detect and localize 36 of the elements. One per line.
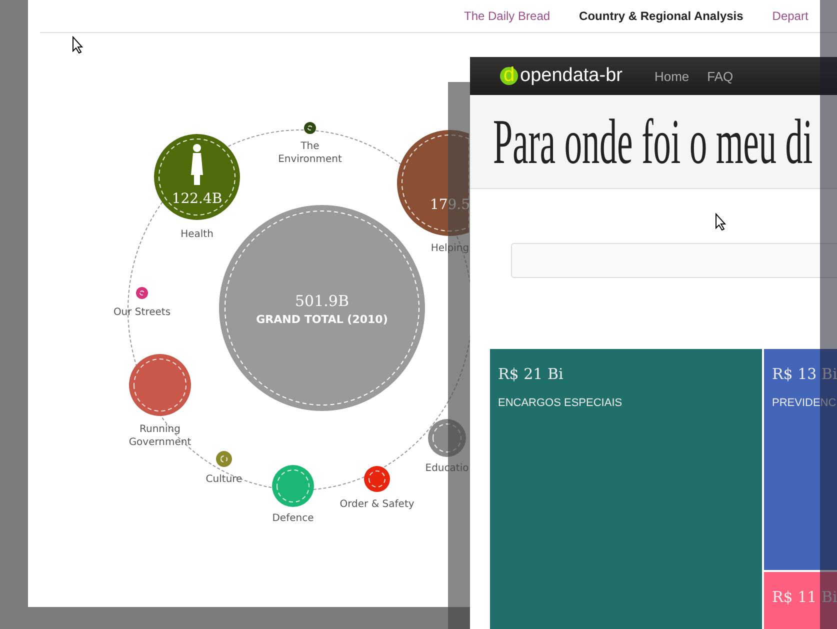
cursor-icon <box>715 213 727 231</box>
bubble-label: The Environment <box>277 140 343 166</box>
nav-link[interactable]: The Daily Bread <box>464 9 550 23</box>
category-bubble[interactable] <box>154 134 240 220</box>
nav-link[interactable]: Home <box>654 68 690 84</box>
bubble-label: Defence <box>271 512 315 525</box>
category-bubble[interactable] <box>364 466 390 492</box>
bubble-label: Order & Safety <box>338 498 416 511</box>
treemap-tile[interactable]: R$ 13 Bi PREVIDENC <box>764 349 837 570</box>
tile-label: PREVIDENC <box>772 397 837 409</box>
cursor-icon <box>72 36 84 54</box>
category-bubble[interactable] <box>136 287 148 299</box>
total-label: GRAND TOTAL (2010) <box>255 313 389 326</box>
person-silhouette-icon <box>191 144 203 185</box>
tile-value: R$ 11 Bi <box>772 588 837 606</box>
bubble-label: Our Streets <box>112 306 172 319</box>
bubble-label: Health <box>180 228 214 241</box>
bubble-value: 122.4B <box>170 191 224 207</box>
bubble-label: Culture <box>204 473 244 486</box>
category-bubble[interactable] <box>428 419 466 457</box>
tile-value: R$ 21 Bi <box>498 365 564 383</box>
page-title: Para onde foi o meu di <box>493 105 813 179</box>
category-bubble[interactable] <box>397 130 470 236</box>
bubble-value: 179.5 <box>428 197 472 213</box>
nav-link[interactable]: Country & Regional Analysis <box>579 9 744 23</box>
treemap-tile[interactable]: R$ 21 Bi ENCARGOS ESPECIAIS <box>490 349 762 629</box>
category-bubble[interactable] <box>129 354 191 416</box>
tile-label: ENCARGOS ESPECIAIS <box>498 397 624 409</box>
tile-value: R$ 13 Bi <box>772 365 837 383</box>
nav-link[interactable]: Depart <box>772 9 808 23</box>
nav-link[interactable]: FAQ <box>707 68 734 84</box>
total-value: 501.9B <box>294 292 350 310</box>
category-bubble[interactable] <box>304 122 316 134</box>
bubble-label: Running Government <box>128 423 192 449</box>
search-field[interactable] <box>511 243 837 278</box>
brand-name[interactable]: opendata-br <box>520 65 622 87</box>
